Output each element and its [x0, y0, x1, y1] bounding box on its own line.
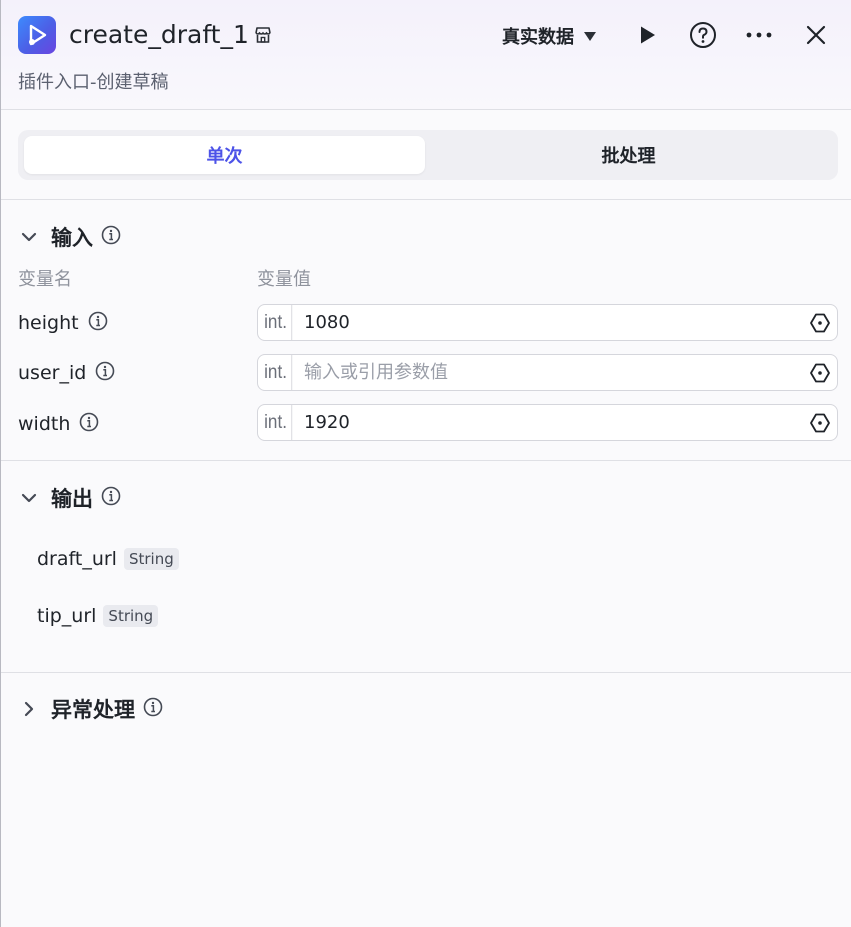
var-name-label: width	[18, 413, 71, 435]
error-section-toggle[interactable]: 异常处理	[18, 694, 163, 724]
more-icon	[746, 32, 772, 38]
tab-batch[interactable]: 批处理	[428, 136, 829, 174]
column-header-value: 变量值	[257, 269, 311, 290]
divider	[1, 672, 851, 673]
chevron-down-icon	[18, 226, 40, 248]
divider	[1, 460, 851, 461]
column-header-name: 变量名	[18, 269, 72, 290]
input-section-title: 输入	[51, 226, 93, 250]
output-section-toggle[interactable]: 输出	[18, 483, 121, 513]
width-input[interactable]	[294, 405, 803, 440]
width-field: int.	[257, 404, 838, 441]
type-tag: int.	[260, 355, 293, 390]
height-field: int.	[257, 304, 838, 341]
tab-single[interactable]: 单次	[24, 136, 425, 174]
var-name-user-id: user_id	[18, 360, 115, 386]
node-title: create_draft_1	[69, 20, 249, 49]
caret-down-icon	[584, 31, 596, 41]
reference-icon	[810, 363, 830, 382]
height-input[interactable]	[294, 305, 803, 340]
reference-variable-button[interactable]	[803, 412, 837, 434]
output-row: draft_url String	[37, 546, 179, 572]
info-icon[interactable]	[79, 412, 99, 437]
info-icon[interactable]	[143, 697, 163, 721]
info-icon[interactable]	[95, 361, 115, 386]
chevron-right-icon	[18, 698, 40, 720]
divider	[1, 199, 851, 200]
type-badge: String	[103, 605, 159, 627]
user-id-input[interactable]	[294, 355, 803, 390]
var-name-height: height	[18, 310, 108, 336]
help-icon	[690, 22, 716, 48]
input-section-toggle[interactable]: 输入	[18, 222, 121, 252]
chevron-down-icon	[18, 487, 40, 509]
error-section-title: 异常处理	[51, 698, 135, 722]
store-icon[interactable]	[253, 25, 273, 45]
output-name: tip_url	[37, 605, 97, 627]
output-row: tip_url String	[37, 603, 159, 629]
node-settings-panel: create_draft_1 真实数据 插件入口-创建草稿 单次 批处理 输入 …	[0, 0, 851, 927]
reference-icon	[810, 413, 830, 432]
type-tag: int.	[260, 405, 293, 440]
var-name-label: height	[18, 312, 79, 334]
close-icon	[806, 25, 826, 45]
info-icon[interactable]	[101, 486, 121, 510]
var-name-width: width	[18, 411, 99, 437]
reference-variable-button[interactable]	[803, 312, 837, 334]
info-icon[interactable]	[88, 311, 108, 336]
type-badge: String	[123, 548, 179, 570]
reference-variable-button[interactable]	[803, 362, 837, 384]
run-button[interactable]	[632, 20, 662, 50]
data-mode-select[interactable]: 真实数据	[502, 22, 596, 50]
user-id-field: int.	[257, 354, 838, 391]
output-name: draft_url	[37, 548, 117, 570]
data-mode-label: 真实数据	[502, 27, 574, 48]
type-tag: int.	[260, 305, 293, 340]
output-section-title: 输出	[51, 487, 93, 511]
more-button[interactable]	[744, 20, 774, 50]
run-icon	[641, 26, 655, 44]
help-button[interactable]	[688, 20, 718, 50]
close-button[interactable]	[801, 20, 831, 50]
panel-header: create_draft_1 真实数据 插件入口-创建草稿	[1, 0, 851, 110]
info-icon[interactable]	[101, 225, 121, 249]
run-mode-tabs: 单次 批处理	[18, 130, 838, 180]
reference-icon	[810, 313, 830, 332]
var-name-label: user_id	[18, 362, 87, 384]
app-play-icon	[18, 16, 56, 54]
node-description: 插件入口-创建草稿	[18, 72, 169, 93]
